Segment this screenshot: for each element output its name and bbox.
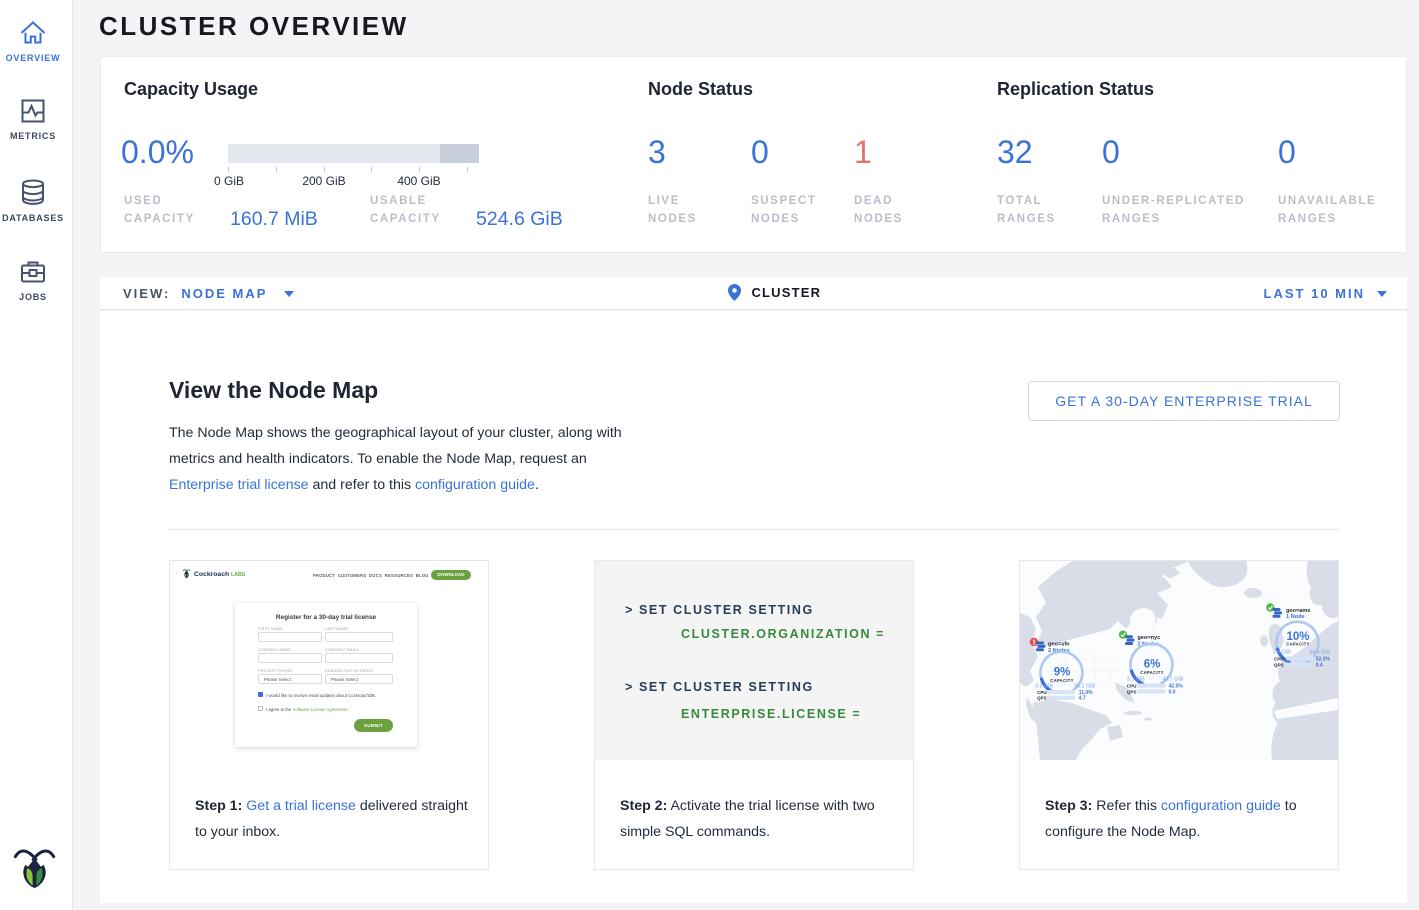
svg-text:QPS: QPS <box>1037 696 1047 701</box>
svg-text:geo=ams: geo=ams <box>1286 608 1310 614</box>
svg-text:1 Node: 1 Node <box>1286 614 1305 620</box>
svg-text:3.2 GiB: 3.2 GiB <box>1035 683 1053 689</box>
svg-text:4.7: 4.7 <box>1079 696 1086 702</box>
svg-text:0.0: 0.0 <box>1169 689 1176 695</box>
svg-text:CPU: CPU <box>1127 684 1137 689</box>
svg-text:QPS: QPS <box>1274 663 1284 668</box>
svg-text:CAPACITY: CAPACITY <box>1140 670 1164 675</box>
svg-text:3.6 GiB: 3.6 GiB <box>1273 650 1291 656</box>
svg-text:CAPACITY: CAPACITY <box>1286 642 1310 647</box>
svg-text:0.4: 0.4 <box>1316 663 1323 669</box>
svg-text:52.3%: 52.3% <box>1316 656 1331 662</box>
svg-text:3.7 GiB: 3.7 GiB <box>1127 677 1145 683</box>
svg-text:6%: 6% <box>1144 659 1161 671</box>
svg-text:9%: 9% <box>1054 667 1071 679</box>
svg-text:geo=sfo: geo=sfo <box>1048 642 1070 648</box>
svg-text:CPU: CPU <box>1037 690 1047 695</box>
svg-text:34.4 GiB: 34.4 GiB <box>1309 650 1330 656</box>
svg-text:CPU: CPU <box>1274 656 1284 661</box>
svg-text:QPS: QPS <box>1127 689 1137 694</box>
svg-text:CAPACITY: CAPACITY <box>1050 678 1074 683</box>
svg-text:geo=nyc: geo=nyc <box>1137 635 1160 641</box>
svg-text:35.1 GiB: 35.1 GiB <box>1074 683 1095 689</box>
svg-text:43.7 GiB: 43.7 GiB <box>1162 677 1183 683</box>
